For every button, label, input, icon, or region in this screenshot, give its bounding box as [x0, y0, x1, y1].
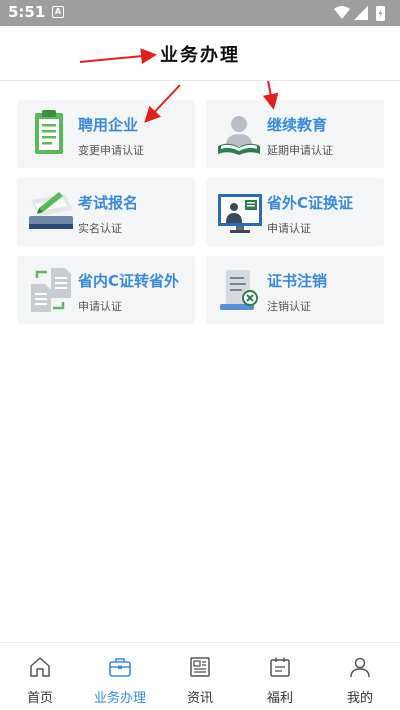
tab-news[interactable]: 资讯 [160, 643, 240, 710]
user-icon [350, 657, 370, 678]
header: 业务办理 [0, 26, 400, 81]
home-icon [30, 657, 50, 677]
bottom-tab-bar: 首页 业务办理 资讯 福利 我的 [0, 642, 400, 710]
service-card-outofprovince-cert-exchange[interactable]: 省外C证换证 申请认证 [206, 178, 384, 246]
tab-label: 资讯 [186, 691, 213, 706]
signal-icon [354, 6, 368, 20]
wifi-icon [334, 6, 350, 19]
tab-welfare[interactable]: 福利 [240, 643, 320, 710]
tab-label: 业务办理 [93, 691, 146, 706]
tab-label: 福利 [266, 691, 293, 706]
service-title: 考试报名 [78, 194, 139, 212]
briefcase-icon [109, 658, 131, 677]
certificate-cancel-icon [220, 270, 258, 310]
service-subtitle: 注销认证 [267, 300, 311, 313]
tab-home[interactable]: 首页 [0, 643, 80, 710]
service-title: 省内C证转省外 [78, 272, 180, 290]
status-icons [334, 6, 385, 21]
document-transfer-icon [31, 268, 71, 312]
calendar-icon [270, 657, 290, 677]
tab-me[interactable]: 我的 [320, 643, 400, 710]
service-title: 省外C证换证 [267, 194, 354, 212]
reader-book-icon [218, 116, 260, 155]
page-title: 业务办理 [160, 45, 240, 66]
service-subtitle: 申请认证 [267, 222, 311, 235]
service-title: 继续教育 [267, 116, 328, 134]
service-card-inprovince-cert-transfer[interactable]: 省内C证转省外 申请认证 [17, 256, 195, 324]
service-title: 证书注销 [267, 272, 328, 290]
tab-label: 我的 [346, 691, 373, 706]
monitor-presenter-icon [218, 194, 262, 233]
status-bar: 5:51 A [0, 0, 400, 26]
service-card-exam-registration[interactable]: 考试报名 实名认证 [17, 178, 195, 246]
clipboard-icon [35, 110, 63, 154]
service-card-continuing-education[interactable]: 继续教育 延期申请认证 [206, 100, 384, 168]
newspaper-icon [190, 657, 210, 677]
service-card-employer-change[interactable]: 聘用企业 变更申请认证 [17, 100, 195, 168]
status-time: 5:51 [8, 3, 46, 21]
tab-label: 首页 [26, 691, 53, 706]
service-subtitle: 申请认证 [78, 300, 122, 313]
service-subtitle: 延期申请认证 [267, 144, 333, 157]
book-pen-icon [29, 192, 73, 229]
service-subtitle: 变更申请认证 [78, 144, 144, 157]
notification-icon: A [52, 6, 64, 18]
service-title: 聘用企业 [78, 116, 139, 134]
service-subtitle: 实名认证 [78, 222, 122, 235]
service-card-certificate-cancellation[interactable]: 证书注销 注销认证 [206, 256, 384, 324]
tab-business[interactable]: 业务办理 [80, 643, 160, 710]
